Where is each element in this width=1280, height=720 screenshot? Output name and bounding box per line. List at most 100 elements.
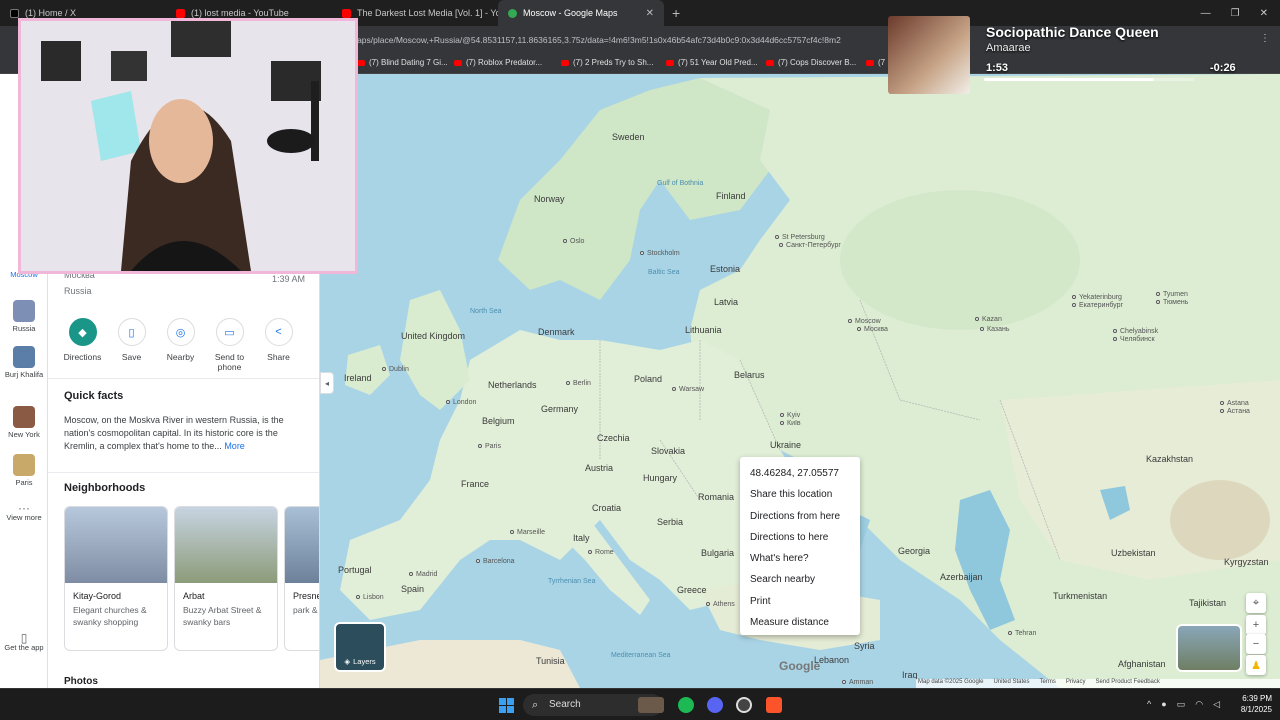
city-label[interactable]: Barcelona: [476, 558, 515, 565]
sea-label[interactable]: Mediterranean Sea: [611, 652, 671, 659]
attribution-region[interactable]: United States: [993, 679, 1029, 688]
street-view-thumbnail[interactable]: [1176, 624, 1242, 672]
country-label[interactable]: Czechia: [597, 433, 630, 443]
city-label[interactable]: Санкт-Петербург: [779, 242, 841, 249]
zoom-out-button[interactable]: −: [1246, 634, 1266, 654]
city-label[interactable]: Marseille: [510, 529, 545, 536]
city-label[interactable]: Berlin: [566, 380, 591, 387]
country-label[interactable]: Italy: [573, 533, 590, 543]
city-label[interactable]: Chelyabinsk: [1113, 328, 1158, 335]
country-label[interactable]: Belarus: [734, 370, 765, 380]
rail-item-burj-khalifa[interactable]: Burj Khalifa: [4, 346, 44, 379]
country-label[interactable]: Ukraine: [770, 440, 801, 450]
country-label[interactable]: Poland: [634, 374, 662, 384]
city-label[interactable]: Astana: [1220, 400, 1249, 407]
microphone-icon[interactable]: ●: [1161, 699, 1166, 710]
discord-icon[interactable]: [707, 697, 723, 713]
country-label[interactable]: Tajikistan: [1189, 598, 1226, 608]
context-coordinates[interactable]: 48.46284, 27.05577: [740, 463, 860, 484]
close-tab-icon[interactable]: ✕: [646, 8, 654, 19]
my-location-button[interactable]: ⌖: [1246, 593, 1266, 613]
obs-icon[interactable]: [736, 697, 752, 713]
city-label[interactable]: Москва: [857, 326, 888, 333]
country-label[interactable]: Lithuania: [685, 325, 722, 335]
pegman-button[interactable]: ♟: [1246, 655, 1266, 675]
country-label[interactable]: Georgia: [898, 546, 930, 556]
neighborhood-card[interactable]: Arbat Buzzy Arbat Street & swanky bars: [174, 506, 278, 651]
send-to-phone-button[interactable]: ▭ Send to phone: [205, 318, 254, 372]
city-label[interactable]: Paris: [478, 443, 501, 450]
country-label[interactable]: Latvia: [714, 297, 738, 307]
rail-item-get-app[interactable]: ▯ Get the app: [4, 632, 44, 652]
country-label[interactable]: Germany: [541, 404, 578, 414]
country-label[interactable]: Estonia: [710, 264, 740, 274]
taskbar-clock[interactable]: 6:39 PM 8/1/2025: [1241, 693, 1272, 715]
context-search-nearby[interactable]: Search nearby: [740, 569, 860, 590]
neighborhood-card[interactable]: Presne park & dining: [284, 506, 319, 651]
country-label[interactable]: Norway: [534, 194, 565, 204]
city-label[interactable]: Yekaterinburg: [1072, 294, 1122, 301]
city-label[interactable]: Київ: [780, 420, 801, 427]
country-label[interactable]: Syria: [854, 641, 875, 651]
city-label[interactable]: Warsaw: [672, 386, 704, 393]
rail-item-russia[interactable]: Russia: [4, 300, 44, 333]
network-icon[interactable]: ▭: [1177, 699, 1186, 710]
url-field[interactable]: maps/place/Moscow,+Russia/@54.8531157,11…: [350, 32, 890, 48]
city-label[interactable]: Oslo: [563, 238, 584, 245]
country-label[interactable]: Uzbekistan: [1111, 548, 1156, 558]
city-label[interactable]: Rome: [588, 549, 614, 556]
sea-label[interactable]: North Sea: [470, 308, 502, 315]
terms-link[interactable]: Terms: [1040, 679, 1056, 688]
layers-button[interactable]: ◈ Layers: [334, 622, 386, 672]
context-whats-here[interactable]: What's here?: [740, 548, 860, 569]
city-label[interactable]: St Petersburg: [775, 234, 825, 241]
nearby-button[interactable]: ◎ Nearby: [156, 318, 205, 372]
country-label[interactable]: Austria: [585, 463, 613, 473]
windows-start-icon[interactable]: [499, 698, 514, 713]
save-button[interactable]: ▯ Save: [107, 318, 156, 372]
city-label[interactable]: Moscow: [848, 318, 881, 325]
city-label[interactable]: Челябинск: [1113, 336, 1155, 343]
city-label[interactable]: Lisbon: [356, 594, 384, 601]
city-label[interactable]: Tehran: [1008, 630, 1036, 637]
country-label[interactable]: France: [461, 479, 489, 489]
bookmark[interactable]: (7) Cops Discover B...: [766, 58, 856, 67]
country-label[interactable]: Azerbaijan: [940, 572, 983, 582]
city-label[interactable]: Tyumen: [1156, 291, 1188, 298]
city-label[interactable]: Kazan: [975, 316, 1002, 323]
country-label[interactable]: Kazakhstan: [1146, 454, 1193, 464]
city-label[interactable]: Тюмень: [1156, 299, 1188, 306]
country-label[interactable]: Bulgaria: [701, 548, 734, 558]
city-label[interactable]: Stockholm: [640, 250, 680, 257]
chevron-up-icon[interactable]: ^: [1147, 699, 1151, 710]
context-share-location[interactable]: Share this location: [740, 484, 860, 505]
country-label[interactable]: United Kingdom: [401, 331, 465, 341]
country-label[interactable]: Serbia: [657, 517, 683, 527]
rail-item-new-york[interactable]: New York: [4, 406, 44, 439]
city-label[interactable]: Астана: [1220, 408, 1250, 415]
spotify-icon[interactable]: [678, 697, 694, 713]
context-directions-to[interactable]: Directions to here: [740, 527, 860, 548]
privacy-link[interactable]: Privacy: [1066, 679, 1086, 688]
neighborhood-card[interactable]: Kitay-Gorod Elegant churches & swanky sh…: [64, 506, 168, 651]
context-directions-from[interactable]: Directions from here: [740, 506, 860, 527]
city-label[interactable]: Екатеринбург: [1072, 302, 1123, 309]
country-label[interactable]: Ireland: [344, 373, 372, 383]
bookmark[interactable]: (7) Roblox Predator...: [454, 58, 542, 67]
city-label[interactable]: Казань: [980, 326, 1010, 333]
city-label[interactable]: Dublin: [382, 366, 409, 373]
feedback-link[interactable]: Send Product Feedback: [1096, 679, 1160, 688]
wifi-icon[interactable]: ◠: [1195, 699, 1203, 710]
country-label[interactable]: Netherlands: [488, 380, 537, 390]
collapse-panel-button[interactable]: ◂: [320, 372, 334, 394]
city-label[interactable]: London: [446, 399, 476, 406]
brave-icon[interactable]: [766, 697, 782, 713]
city-label[interactable]: Athens: [706, 601, 735, 608]
country-label[interactable]: Greece: [677, 585, 707, 595]
directions-button[interactable]: ◆ Directions: [58, 318, 107, 372]
volume-icon[interactable]: ◁: [1213, 699, 1220, 710]
tab-google-maps[interactable]: Moscow - Google Maps ✕: [498, 0, 664, 26]
taskbar-widget-icon[interactable]: [638, 697, 664, 713]
country-label[interactable]: Portugal: [338, 565, 372, 575]
country-label[interactable]: Sweden: [612, 132, 645, 142]
